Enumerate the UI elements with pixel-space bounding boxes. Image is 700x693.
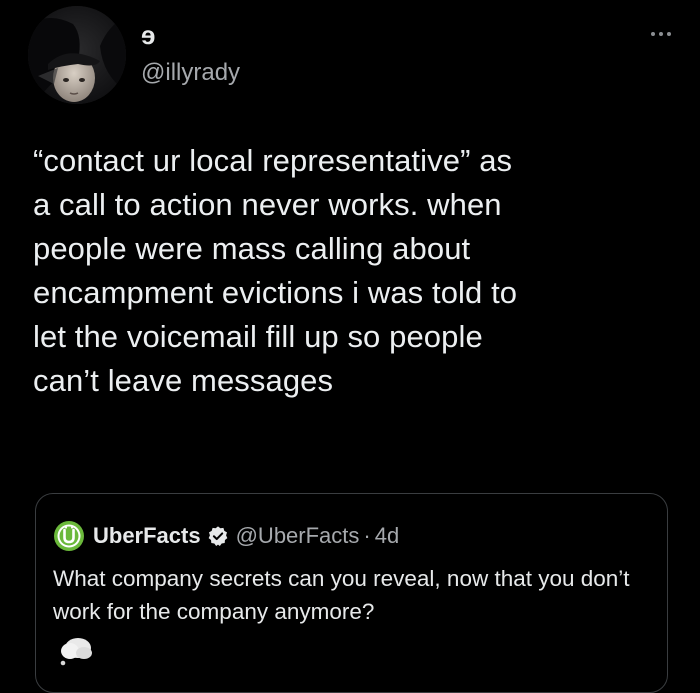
avatar-photo bbox=[28, 6, 126, 104]
quoted-tweet-card[interactable]: UberFacts @UberFacts · 4d What company s… bbox=[35, 493, 668, 693]
user-handle[interactable]: @illyrady bbox=[141, 58, 240, 88]
quoted-timestamp[interactable]: 4d bbox=[375, 523, 399, 549]
separator-dot: · bbox=[363, 523, 371, 548]
avatar[interactable] bbox=[28, 6, 126, 104]
verified-badge-icon bbox=[208, 526, 227, 546]
quoted-tweet-text: What company secrets can you reveal, now… bbox=[53, 566, 630, 624]
quoted-tweet-header: UberFacts @UberFacts · 4d bbox=[53, 519, 399, 553]
display-name[interactable]: ɘ bbox=[141, 20, 155, 50]
tweet-text: “contact ur local representative” as a c… bbox=[33, 143, 518, 398]
quoted-display-name[interactable]: UberFacts bbox=[93, 523, 201, 549]
thought-bubble-icon bbox=[60, 638, 92, 666]
uberfacts-logo-icon[interactable] bbox=[53, 520, 85, 552]
quoted-handle[interactable]: @UberFacts bbox=[236, 523, 360, 549]
tweet: ɘ @illyrady “contact ur local representa… bbox=[0, 0, 700, 693]
more-horizontal-icon[interactable] bbox=[647, 24, 677, 44]
